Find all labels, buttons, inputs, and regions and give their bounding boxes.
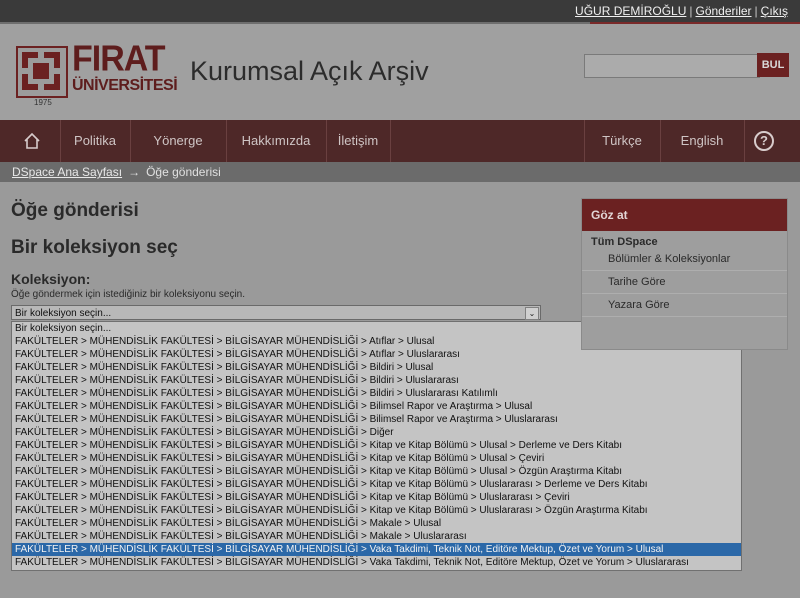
nav-divider bbox=[390, 120, 391, 162]
section-title: Bir koleksiyon seç bbox=[11, 237, 178, 258]
top-user-bar: UĞUR DEMİROĞLU | Gönderiler | Çıkış bbox=[0, 0, 800, 27]
sidebar-link-communities[interactable]: Bölümler & Koleksiyonlar bbox=[582, 248, 787, 271]
logo-wordmark[interactable]: FIRAT bbox=[72, 39, 166, 80]
collection-option[interactable]: FAKÜLTELER > MÜHENDİSLİK FAKÜLTESİ > BİL… bbox=[12, 543, 741, 556]
nav-item-hakkimizda[interactable]: Hakkımızda bbox=[226, 120, 326, 162]
collection-option[interactable]: FAKÜLTELER > MÜHENDİSLİK FAKÜLTESİ > BİL… bbox=[12, 491, 741, 504]
sidebar-link-by-author[interactable]: Yazara Göre bbox=[582, 294, 787, 317]
user-links: UĞUR DEMİROĞLU | Gönderiler | Çıkış bbox=[575, 4, 788, 18]
nav-item-politika[interactable]: Politika bbox=[60, 120, 130, 162]
browse-sidebar: Göz at Tüm DSpace Bölümler & Koleksiyonl… bbox=[581, 198, 788, 350]
logo-subwordmark[interactable]: ÜNİVERSİTESİ bbox=[72, 77, 178, 95]
site-title[interactable]: Kurumsal Açık Arşiv bbox=[190, 56, 429, 87]
page-title: Öğe gönderisi bbox=[11, 200, 139, 221]
help-icon[interactable]: ? bbox=[754, 131, 774, 151]
sidebar-link-by-date[interactable]: Tarihe Göre bbox=[582, 271, 787, 294]
collection-field-help: Öğe göndermek için istediğiniz bir kolek… bbox=[11, 289, 246, 300]
collection-option[interactable]: FAKÜLTELER > MÜHENDİSLİK FAKÜLTESİ > BİL… bbox=[12, 413, 741, 426]
breadcrumb: DSpace Ana Sayfası → Öğe gönderisi bbox=[0, 162, 800, 182]
collection-option[interactable]: FAKÜLTELER > MÜHENDİSLİK FAKÜLTESİ > BİL… bbox=[12, 465, 741, 478]
collection-option[interactable]: FAKÜLTELER > MÜHENDİSLİK FAKÜLTESİ > BİL… bbox=[12, 517, 741, 530]
collection-option[interactable]: FAKÜLTELER > MÜHENDİSLİK FAKÜLTESİ > BİL… bbox=[12, 452, 741, 465]
home-icon[interactable] bbox=[22, 131, 42, 151]
user-links-separator: | bbox=[754, 4, 758, 18]
user-profile-link[interactable]: UĞUR DEMİROĞLU bbox=[575, 4, 686, 18]
nav-item-yonerge[interactable]: Yönerge bbox=[130, 120, 226, 162]
chevron-down-icon[interactable]: ⌄ bbox=[525, 307, 539, 320]
collection-option[interactable]: FAKÜLTELER > MÜHENDİSLİK FAKÜLTESİ > BİL… bbox=[12, 400, 741, 413]
user-links-separator: | bbox=[689, 4, 693, 18]
sidebar-title: Göz at bbox=[582, 199, 787, 231]
search-input[interactable] bbox=[584, 54, 760, 78]
collection-option[interactable]: FAKÜLTELER > MÜHENDİSLİK FAKÜLTESİ > BİL… bbox=[12, 556, 741, 569]
collection-select[interactable]: Bir koleksiyon seçin... ⌄ bbox=[11, 305, 541, 320]
collection-option[interactable]: FAKÜLTELER > MÜHENDİSLİK FAKÜLTESİ > BİL… bbox=[12, 439, 741, 452]
site-header: FIRAT ÜNİVERSİTESİ 1975 Kurumsal Açık Ar… bbox=[0, 24, 800, 120]
collection-option[interactable]: FAKÜLTELER > MÜHENDİSLİK FAKÜLTESİ > BİL… bbox=[12, 530, 741, 543]
collection-option[interactable]: FAKÜLTELER > MÜHENDİSLİK FAKÜLTESİ > BİL… bbox=[12, 361, 741, 374]
collection-option[interactable]: FAKÜLTELER > MÜHENDİSLİK FAKÜLTESİ > BİL… bbox=[12, 478, 741, 491]
language-turkish[interactable]: Türkçe bbox=[584, 120, 660, 162]
submissions-link[interactable]: Gönderiler bbox=[696, 4, 752, 18]
university-logo-icon[interactable] bbox=[16, 46, 68, 98]
search-button[interactable]: BUL bbox=[757, 53, 789, 77]
collection-dropdown-list[interactable]: Bir koleksiyon seçin... FAKÜLTELER > MÜHE… bbox=[11, 321, 742, 571]
breadcrumb-home-link[interactable]: DSpace Ana Sayfası bbox=[12, 165, 122, 179]
breadcrumb-arrow-icon: → bbox=[128, 165, 141, 179]
collection-option[interactable]: FAKÜLTELER > MÜHENDİSLİK FAKÜLTESİ > BİL… bbox=[12, 426, 741, 439]
language-english[interactable]: English bbox=[660, 120, 744, 162]
nav-divider bbox=[744, 120, 745, 162]
collection-option[interactable]: FAKÜLTELER > MÜHENDİSLİK FAKÜLTESİ > BİL… bbox=[12, 387, 741, 400]
logout-link[interactable]: Çıkış bbox=[761, 4, 788, 18]
sidebar-group-title: Tüm DSpace bbox=[591, 236, 658, 248]
collection-option[interactable]: FAKÜLTELER > MÜHENDİSLİK FAKÜLTESİ > BİL… bbox=[12, 374, 741, 387]
main-navigation: Politika Yönerge Hakkımızda İletişim Tür… bbox=[0, 120, 800, 162]
collection-option[interactable]: FAKÜLTELER > MÜHENDİSLİK FAKÜLTESİ > BİL… bbox=[12, 504, 741, 517]
collection-field-label: Koleksiyon: bbox=[11, 271, 91, 287]
logo-year: 1975 bbox=[34, 98, 52, 107]
breadcrumb-current: Öğe gönderisi bbox=[146, 165, 221, 179]
nav-item-iletisim[interactable]: İletişim bbox=[326, 120, 390, 162]
collection-select-value: Bir koleksiyon seçin... bbox=[15, 308, 112, 319]
